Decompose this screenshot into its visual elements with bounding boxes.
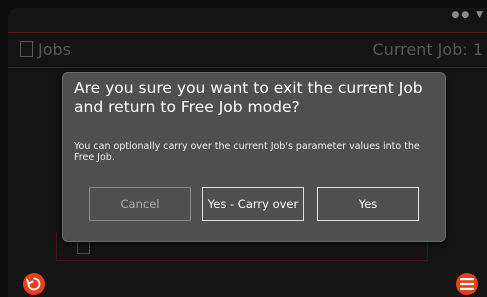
yes-button[interactable]: Yes xyxy=(317,187,419,221)
dialog-title: Are you sure you want to exit the curren… xyxy=(74,79,423,116)
page-title: Jobs xyxy=(38,40,71,59)
current-job-label: Current Job: 1 xyxy=(372,40,484,59)
jobs-header: Jobs Current Job: 1 xyxy=(8,32,487,68)
menu-button[interactable] xyxy=(456,273,478,295)
document-icon xyxy=(20,41,33,57)
back-button[interactable] xyxy=(23,273,45,295)
status-bar: ●● ▼ xyxy=(8,8,487,26)
hamburger-menu-icon xyxy=(460,278,474,290)
cancel-button[interactable]: Cancel xyxy=(89,187,191,221)
carry-over-button[interactable]: Yes - Carry over xyxy=(202,187,304,221)
undo-icon xyxy=(26,277,41,291)
status-icons: ●● ▼ xyxy=(451,10,485,20)
dialog-message: You can optionally carry over the curren… xyxy=(74,141,420,163)
exit-job-dialog: Are you sure you want to exit the curren… xyxy=(62,72,446,242)
